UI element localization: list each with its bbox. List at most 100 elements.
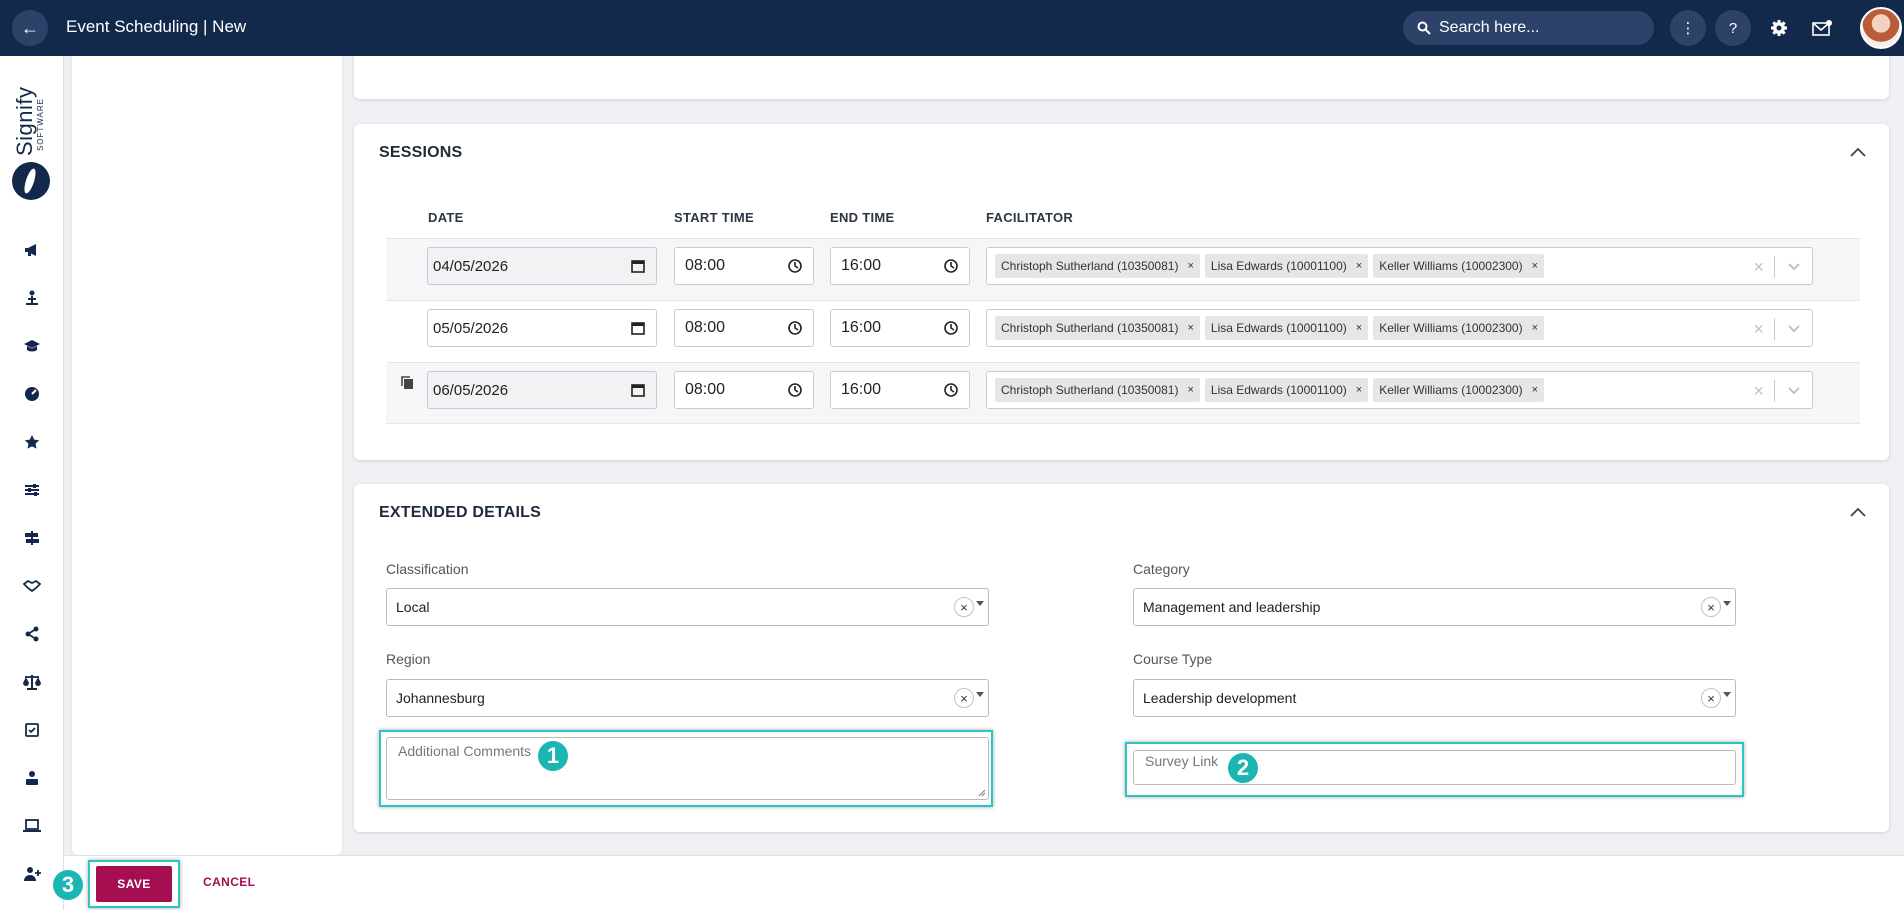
star-icon[interactable] — [21, 431, 43, 453]
megaphone-icon[interactable] — [21, 239, 43, 261]
top-bar: ← Event Scheduling | New Search here... … — [0, 0, 1904, 56]
extended-details-card: EXTENDED DETAILS Classification Local × … — [354, 484, 1889, 832]
start-time-value: 08:00 — [685, 319, 726, 336]
caret-down-icon[interactable] — [976, 601, 984, 606]
course-type-value: Leadership development — [1143, 690, 1297, 706]
date-input[interactable]: 06/05/2026 — [427, 371, 657, 409]
checklist-icon[interactable] — [21, 719, 43, 741]
date-value: 04/05/2026 — [433, 257, 509, 275]
search-input[interactable]: Search here... — [1403, 11, 1654, 45]
calendar-icon[interactable] — [630, 382, 646, 398]
chip-label: Lisa Edwards (10001100) — [1210, 383, 1347, 397]
cancel-button[interactable]: CANCEL — [203, 875, 255, 889]
region-select[interactable]: Johannesburg × — [386, 679, 989, 717]
date-input[interactable]: 04/05/2026 — [427, 247, 657, 285]
clock-icon[interactable] — [787, 320, 803, 336]
end-time-input[interactable]: 16:00 — [830, 247, 970, 285]
clear-icon[interactable]: × — [1753, 319, 1764, 340]
clear-icon[interactable]: × — [954, 597, 974, 617]
clock-icon[interactable] — [943, 258, 959, 274]
chip-remove-icon[interactable]: × — [1187, 322, 1193, 334]
date-input[interactable]: 05/05/2026 — [427, 309, 657, 347]
help-icon[interactable]: ? — [1715, 10, 1751, 46]
caret-down-icon[interactable] — [1723, 601, 1731, 606]
facilitator-multiselect[interactable]: Christoph Sutherland (10350081) × Lisa Ed… — [986, 309, 1813, 347]
chip-remove-icon[interactable]: × — [1532, 384, 1538, 396]
graduation-cap-icon[interactable] — [21, 335, 43, 357]
callout-badge: 1 — [538, 741, 568, 771]
calendar-icon[interactable] — [630, 320, 646, 336]
logo-mark-icon — [12, 162, 50, 200]
gear-icon[interactable] — [1765, 14, 1793, 42]
start-time-input[interactable]: 08:00 — [674, 247, 814, 285]
clear-icon[interactable]: × — [954, 688, 974, 708]
clock-icon[interactable] — [787, 382, 803, 398]
signpost-icon[interactable] — [21, 527, 43, 549]
date-value: 05/05/2026 — [433, 319, 509, 337]
chip-remove-icon[interactable]: × — [1356, 322, 1362, 334]
chevron-down-icon[interactable] — [1786, 320, 1802, 336]
save-button[interactable]: SAVE — [96, 866, 172, 902]
facilitator-chip: Lisa Edwards (10001100) × — [1204, 254, 1369, 278]
clock-icon[interactable] — [787, 258, 803, 274]
scales-icon[interactable] — [21, 671, 43, 693]
end-time-value: 16:00 — [841, 319, 882, 336]
start-time-input[interactable]: 08:00 — [674, 371, 814, 409]
end-time-input[interactable]: 16:00 — [830, 371, 970, 409]
facilitator-multiselect[interactable]: Christoph Sutherland (10350081) × Lisa Ed… — [986, 371, 1813, 409]
more-vertical-icon[interactable]: ⋮ — [1670, 10, 1706, 46]
category-select[interactable]: Management and leadership × — [1133, 588, 1736, 626]
facilitator-multiselect[interactable]: Christoph Sutherland (10350081) × Lisa Ed… — [986, 247, 1813, 285]
extended-details-title: EXTENDED DETAILS — [379, 504, 542, 521]
caret-down-icon[interactable] — [976, 692, 984, 697]
laptop-icon[interactable] — [21, 815, 43, 837]
course-type-select[interactable]: Leadership development × — [1133, 679, 1736, 717]
chip-remove-icon[interactable]: × — [1356, 260, 1362, 272]
hierarchy-icon[interactable] — [21, 623, 43, 645]
callout-badge: 3 — [53, 870, 83, 900]
additional-comments-textarea[interactable]: Additional Comments — [386, 737, 989, 800]
chevron-down-icon[interactable] — [1786, 382, 1802, 398]
caret-down-icon[interactable] — [1723, 692, 1731, 697]
facilitator-chip: Lisa Edwards (10001100) × — [1204, 378, 1369, 402]
chip-remove-icon[interactable]: × — [1356, 384, 1362, 396]
resize-handle-icon[interactable] — [978, 789, 986, 797]
mail-icon[interactable] — [1808, 14, 1836, 42]
person-podium-icon[interactable] — [21, 287, 43, 309]
classification-select[interactable]: Local × — [386, 588, 989, 626]
clear-icon[interactable]: × — [1753, 381, 1764, 402]
chip-remove-icon[interactable]: × — [1187, 260, 1193, 272]
survey-link-input[interactable]: Survey Link — [1133, 750, 1736, 785]
end-time-input[interactable]: 16:00 — [830, 309, 970, 347]
sessions-title: SESSIONS — [379, 144, 463, 161]
chip-remove-icon[interactable]: × — [1532, 260, 1538, 272]
dashboard-gauge-icon[interactable] — [21, 383, 43, 405]
sliders-icon[interactable] — [21, 479, 43, 501]
footer-bar — [64, 855, 1904, 910]
back-arrow-icon[interactable]: ← — [12, 10, 48, 46]
chip-remove-icon[interactable]: × — [1532, 322, 1538, 334]
chevron-down-icon[interactable] — [1786, 258, 1802, 274]
chip-label: Lisa Edwards (10001100) — [1210, 259, 1347, 273]
add-user-icon[interactable] — [21, 863, 43, 885]
clock-icon[interactable] — [943, 382, 959, 398]
copy-icon[interactable] — [399, 375, 415, 391]
avatar[interactable] — [1860, 7, 1902, 49]
clear-icon[interactable]: × — [1753, 257, 1764, 278]
handshake-icon[interactable] — [21, 575, 43, 597]
clear-icon[interactable]: × — [1701, 597, 1721, 617]
chip-label: Lisa Edwards (10001100) — [1210, 321, 1347, 335]
chip-remove-icon[interactable]: × — [1187, 384, 1193, 396]
start-time-input[interactable]: 08:00 — [674, 309, 814, 347]
classification-value: Local — [396, 599, 430, 615]
clear-icon[interactable]: × — [1701, 688, 1721, 708]
chevron-up-icon[interactable] — [1849, 144, 1867, 162]
calendar-icon[interactable] — [630, 258, 646, 274]
chevron-up-icon[interactable] — [1849, 504, 1867, 522]
chip-label: Keller Williams (10002300) — [1379, 259, 1523, 273]
clock-icon[interactable] — [943, 320, 959, 336]
facilitator-chip: Christoph Sutherland (10350081) × — [995, 316, 1200, 340]
divider — [1774, 318, 1775, 340]
person-badge-icon[interactable] — [21, 767, 43, 789]
session-row: 06/05/2026 08:00 16:00 Christoph Sutherl… — [386, 362, 1860, 424]
